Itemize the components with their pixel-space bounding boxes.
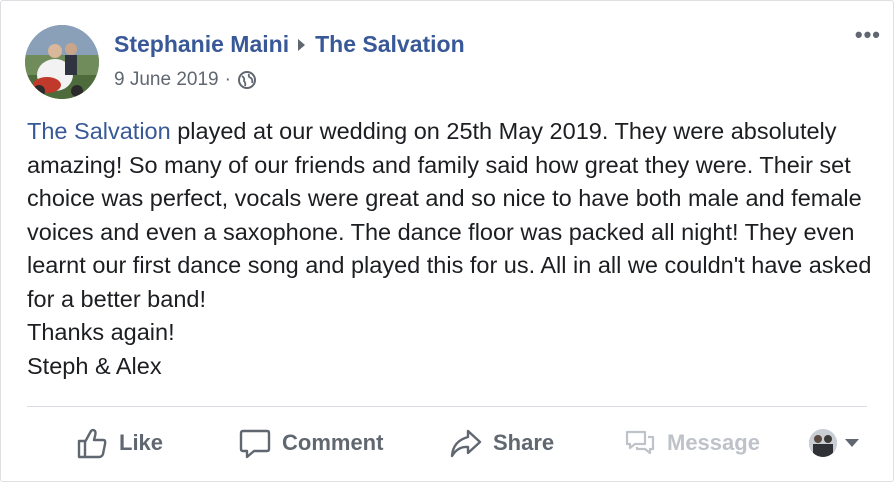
chevron-down-icon xyxy=(845,439,859,447)
actions-divider xyxy=(27,406,867,407)
post-body-signoff: Steph & Alex xyxy=(27,352,162,379)
action-bar: Like Comment Share Message xyxy=(1,419,893,467)
meta-separator: · xyxy=(224,69,231,90)
like-label: Like xyxy=(119,430,164,455)
comment-icon xyxy=(239,429,271,459)
share-button[interactable]: Share xyxy=(449,419,554,467)
triangle-right-icon xyxy=(298,38,306,51)
post-meta: 9 June 2019 · xyxy=(114,69,257,91)
post-body-thanks: Thanks again! xyxy=(27,319,175,345)
globe-icon[interactable] xyxy=(237,70,257,90)
mention-link[interactable]: The Salvation xyxy=(27,118,171,144)
message-label: Message xyxy=(667,430,760,455)
author-avatar[interactable] xyxy=(25,25,99,99)
comment-label: Comment xyxy=(282,430,384,455)
message-icon xyxy=(625,430,655,455)
post-body: The Salvation played at our wedding on 2… xyxy=(27,115,877,383)
target-page-link[interactable]: The Salvation xyxy=(315,31,465,58)
message-button[interactable]: Message xyxy=(623,419,760,467)
audience-selector[interactable] xyxy=(809,429,859,457)
share-label: Share xyxy=(493,430,555,455)
thumbs-up-icon xyxy=(77,428,107,459)
share-arrow-icon xyxy=(450,429,482,458)
post-header-names: Stephanie Maini The Salvation xyxy=(114,31,465,58)
page-avatar xyxy=(809,429,837,457)
comment-button[interactable]: Comment xyxy=(238,419,383,467)
author-name-link[interactable]: Stephanie Maini xyxy=(114,31,289,58)
like-button[interactable]: Like xyxy=(75,419,163,467)
more-options-icon[interactable]: ••• xyxy=(855,24,881,46)
post-body-paragraph: The Salvation played at our wedding on 2… xyxy=(27,115,877,316)
post-body-text: played at our wedding on 25th May 2019. … xyxy=(27,118,872,312)
post-card: Stephanie Maini The Salvation 9 June 201… xyxy=(0,0,894,482)
post-date-link[interactable]: 9 June 2019 xyxy=(114,69,219,91)
